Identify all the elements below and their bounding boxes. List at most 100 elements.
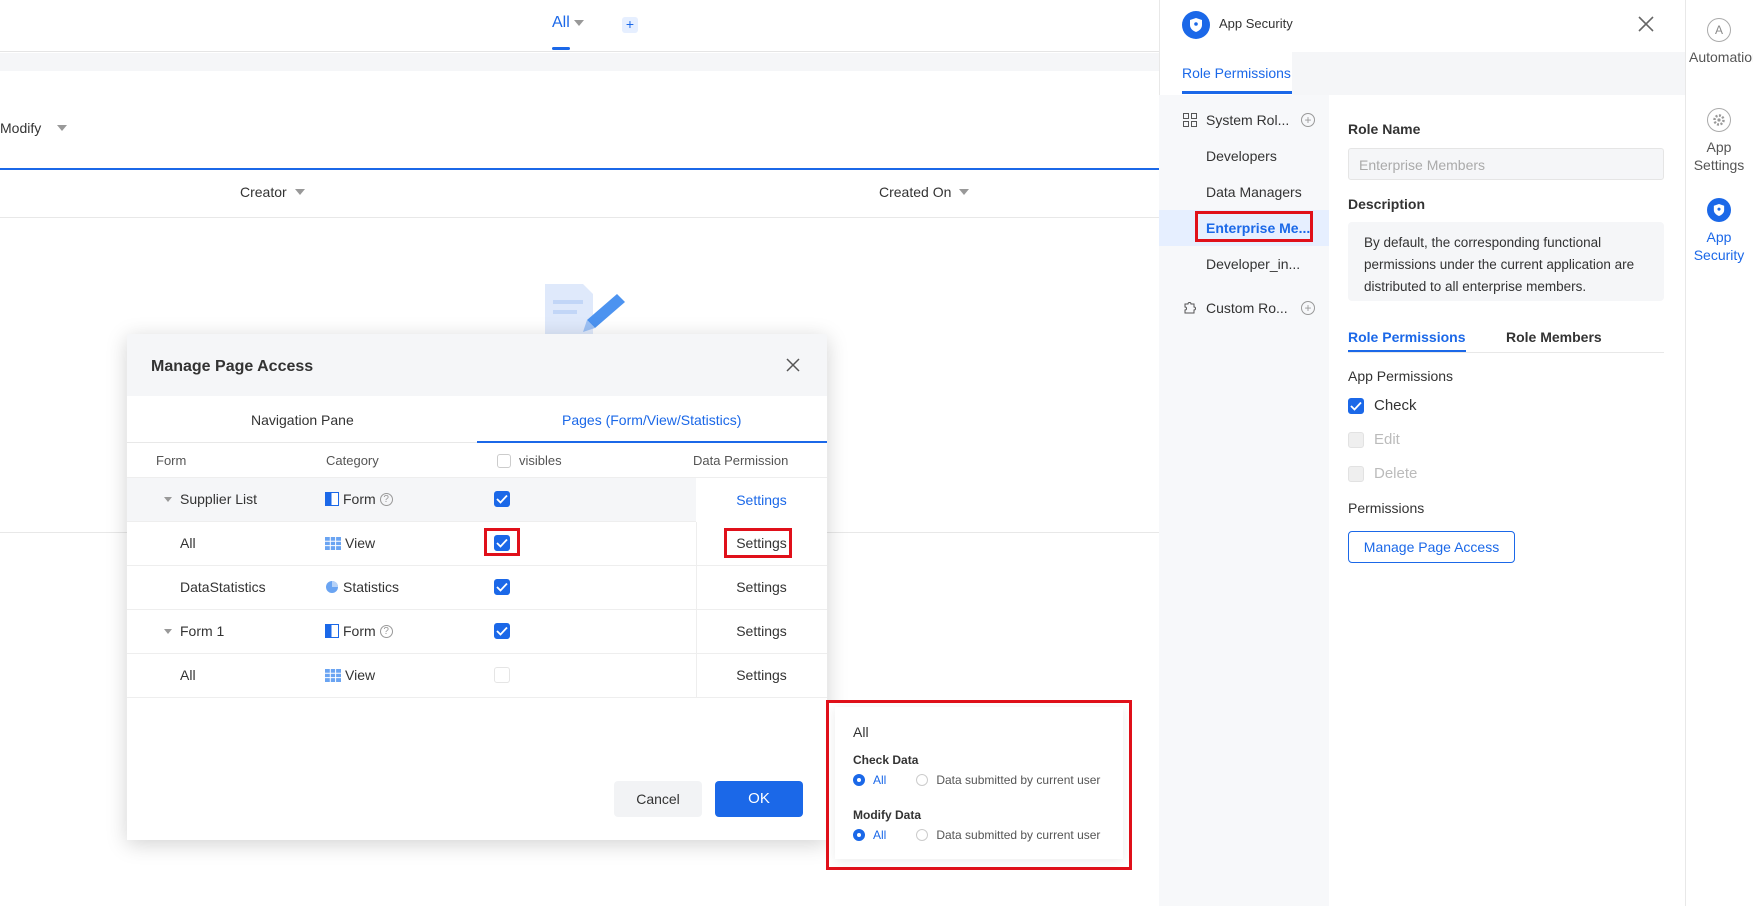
visible-checkbox[interactable] (494, 623, 510, 639)
highlight-box (724, 528, 792, 558)
close-icon[interactable] (786, 358, 800, 372)
perm-label: Check (1374, 397, 1417, 414)
chevron-down-icon (294, 189, 305, 195)
radio-icon[interactable] (916, 774, 929, 786)
row-name: All (180, 667, 196, 683)
gear-icon (1707, 108, 1731, 132)
header-divider (0, 217, 1160, 218)
caret-down-icon[interactable] (164, 497, 172, 503)
visible-checkbox[interactable] (494, 667, 510, 683)
row-name: Supplier List (180, 491, 258, 507)
column-header-category: Category (326, 453, 379, 468)
option-current-user[interactable]: Data submitted by current user (936, 828, 1100, 842)
table-row: Supplier List Form ? Settings (127, 478, 827, 522)
row-category: View (325, 667, 375, 683)
data-permission-popover: All Check Data All Data submitted by cur… (826, 700, 1132, 870)
option-all[interactable]: All (873, 828, 886, 842)
option-all[interactable]: All (873, 773, 886, 787)
perm-edit[interactable]: Edit (1348, 431, 1400, 448)
radio-selected-icon[interactable] (853, 774, 865, 786)
cancel-button[interactable]: Cancel (614, 781, 702, 817)
panel-tab-band (1292, 52, 1685, 95)
active-subtab-indicator (1348, 350, 1466, 352)
help-icon[interactable]: ? (379, 624, 393, 638)
radio-icon[interactable] (916, 829, 929, 841)
add-view-button[interactable]: + (622, 17, 638, 33)
settings-link[interactable]: Settings (696, 579, 827, 595)
form-icon (325, 492, 339, 506)
column-header-created-on[interactable]: Created On (879, 184, 970, 200)
radio-selected-icon[interactable] (853, 829, 865, 841)
add-system-role-icon[interactable]: + (1301, 113, 1315, 127)
help-icon[interactable]: ? (379, 492, 393, 506)
modify-button[interactable]: Modify (0, 120, 68, 136)
column-header-visibles[interactable]: visibles (497, 453, 562, 468)
toolbar-band (0, 53, 1160, 71)
table-row: All View Settings (127, 522, 827, 566)
rail-item-automation[interactable]: A Automation (1685, 18, 1753, 66)
settings-link[interactable]: Settings (696, 623, 827, 639)
chevron-down-icon (959, 189, 970, 195)
role-name-label: Role Name (1348, 121, 1421, 137)
modify-data-label: Modify Data (853, 808, 922, 822)
perm-check[interactable]: Check (1348, 397, 1417, 414)
manage-page-access-button[interactable]: Manage Page Access (1348, 531, 1515, 563)
checkbox-disabled-icon[interactable] (1348, 431, 1364, 448)
perm-delete[interactable]: Delete (1348, 465, 1417, 482)
app-permissions-label: App Permissions (1348, 368, 1454, 384)
check-data-options: All Data submitted by current user (853, 773, 1100, 787)
panel-title: App Security (1219, 16, 1293, 31)
modify-data-options: All Data submitted by current user (853, 828, 1100, 842)
close-icon[interactable] (1637, 15, 1655, 33)
settings-link[interactable]: Settings (696, 667, 827, 683)
column-header-label: Creator (240, 184, 287, 200)
rail-item-app-settings[interactable]: App Settings (1685, 108, 1753, 174)
row-name: Form 1 (180, 623, 225, 639)
row-category: View (325, 535, 375, 551)
column-header-form: Form (156, 453, 187, 468)
option-current-user[interactable]: Data submitted by current user (936, 773, 1100, 787)
tab-navigation-pane[interactable]: Navigation Pane (251, 412, 354, 428)
tab-pages[interactable]: Pages (Form/View/Statistics) (562, 412, 741, 428)
chevron-down-icon (57, 125, 68, 131)
row-category: Statistics (325, 579, 399, 595)
description-text: By default, the corresponding functional… (1348, 222, 1664, 301)
role-name-input[interactable]: Enterprise Members (1348, 148, 1664, 180)
check-data-label: Check Data (853, 753, 919, 767)
settings-link[interactable]: Settings (696, 478, 827, 522)
popover-title: All (853, 724, 869, 740)
manage-page-access-dialog: Manage Page Access Navigation Pane Pages… (127, 334, 827, 840)
tree-item-developers[interactable]: Developers (1206, 148, 1277, 164)
highlight-box (1195, 211, 1313, 242)
checkbox-disabled-icon[interactable] (1348, 465, 1364, 482)
checkbox-checked-icon[interactable] (1348, 397, 1364, 414)
add-custom-role-icon[interactable]: + (1301, 301, 1315, 315)
rail-item-app-security[interactable]: App Security (1685, 198, 1753, 264)
grid-icon (1182, 112, 1198, 128)
table-row: Form 1 Form ? Settings (127, 610, 827, 654)
tree-system-roles[interactable]: System Rol... (1206, 112, 1289, 128)
visible-checkbox[interactable] (494, 491, 510, 507)
tree-custom-roles[interactable]: Custom Ro... (1206, 300, 1288, 316)
caret-down-icon[interactable] (164, 629, 172, 635)
category-label: View (345, 667, 376, 683)
tab-role-permissions[interactable]: Role Permissions (1182, 65, 1291, 81)
visible-checkbox[interactable] (494, 579, 510, 595)
tree-item-data-managers[interactable]: Data Managers (1206, 184, 1302, 200)
puzzle-icon (1182, 300, 1198, 316)
permissions-label: Permissions (1348, 500, 1425, 516)
ok-button[interactable]: OK (715, 781, 803, 817)
active-tab-indicator (552, 47, 570, 50)
table-row: DataStatistics Statistics Settings (127, 566, 827, 610)
shield-icon (1707, 198, 1731, 222)
pie-chart-icon (325, 580, 339, 594)
select-all-checkbox[interactable] (497, 453, 511, 468)
column-header-creator[interactable]: Creator (240, 184, 305, 200)
row-category: Form ? (325, 491, 393, 507)
tree-item-developer-in[interactable]: Developer_in... (1206, 256, 1300, 272)
view-tab-all[interactable]: All (552, 14, 584, 32)
view-tab-label: All (552, 14, 570, 31)
description-label: Description (1348, 196, 1426, 212)
tab-role-members[interactable]: Role Members (1506, 329, 1602, 345)
tab-role-permissions-sub[interactable]: Role Permissions (1348, 329, 1466, 345)
